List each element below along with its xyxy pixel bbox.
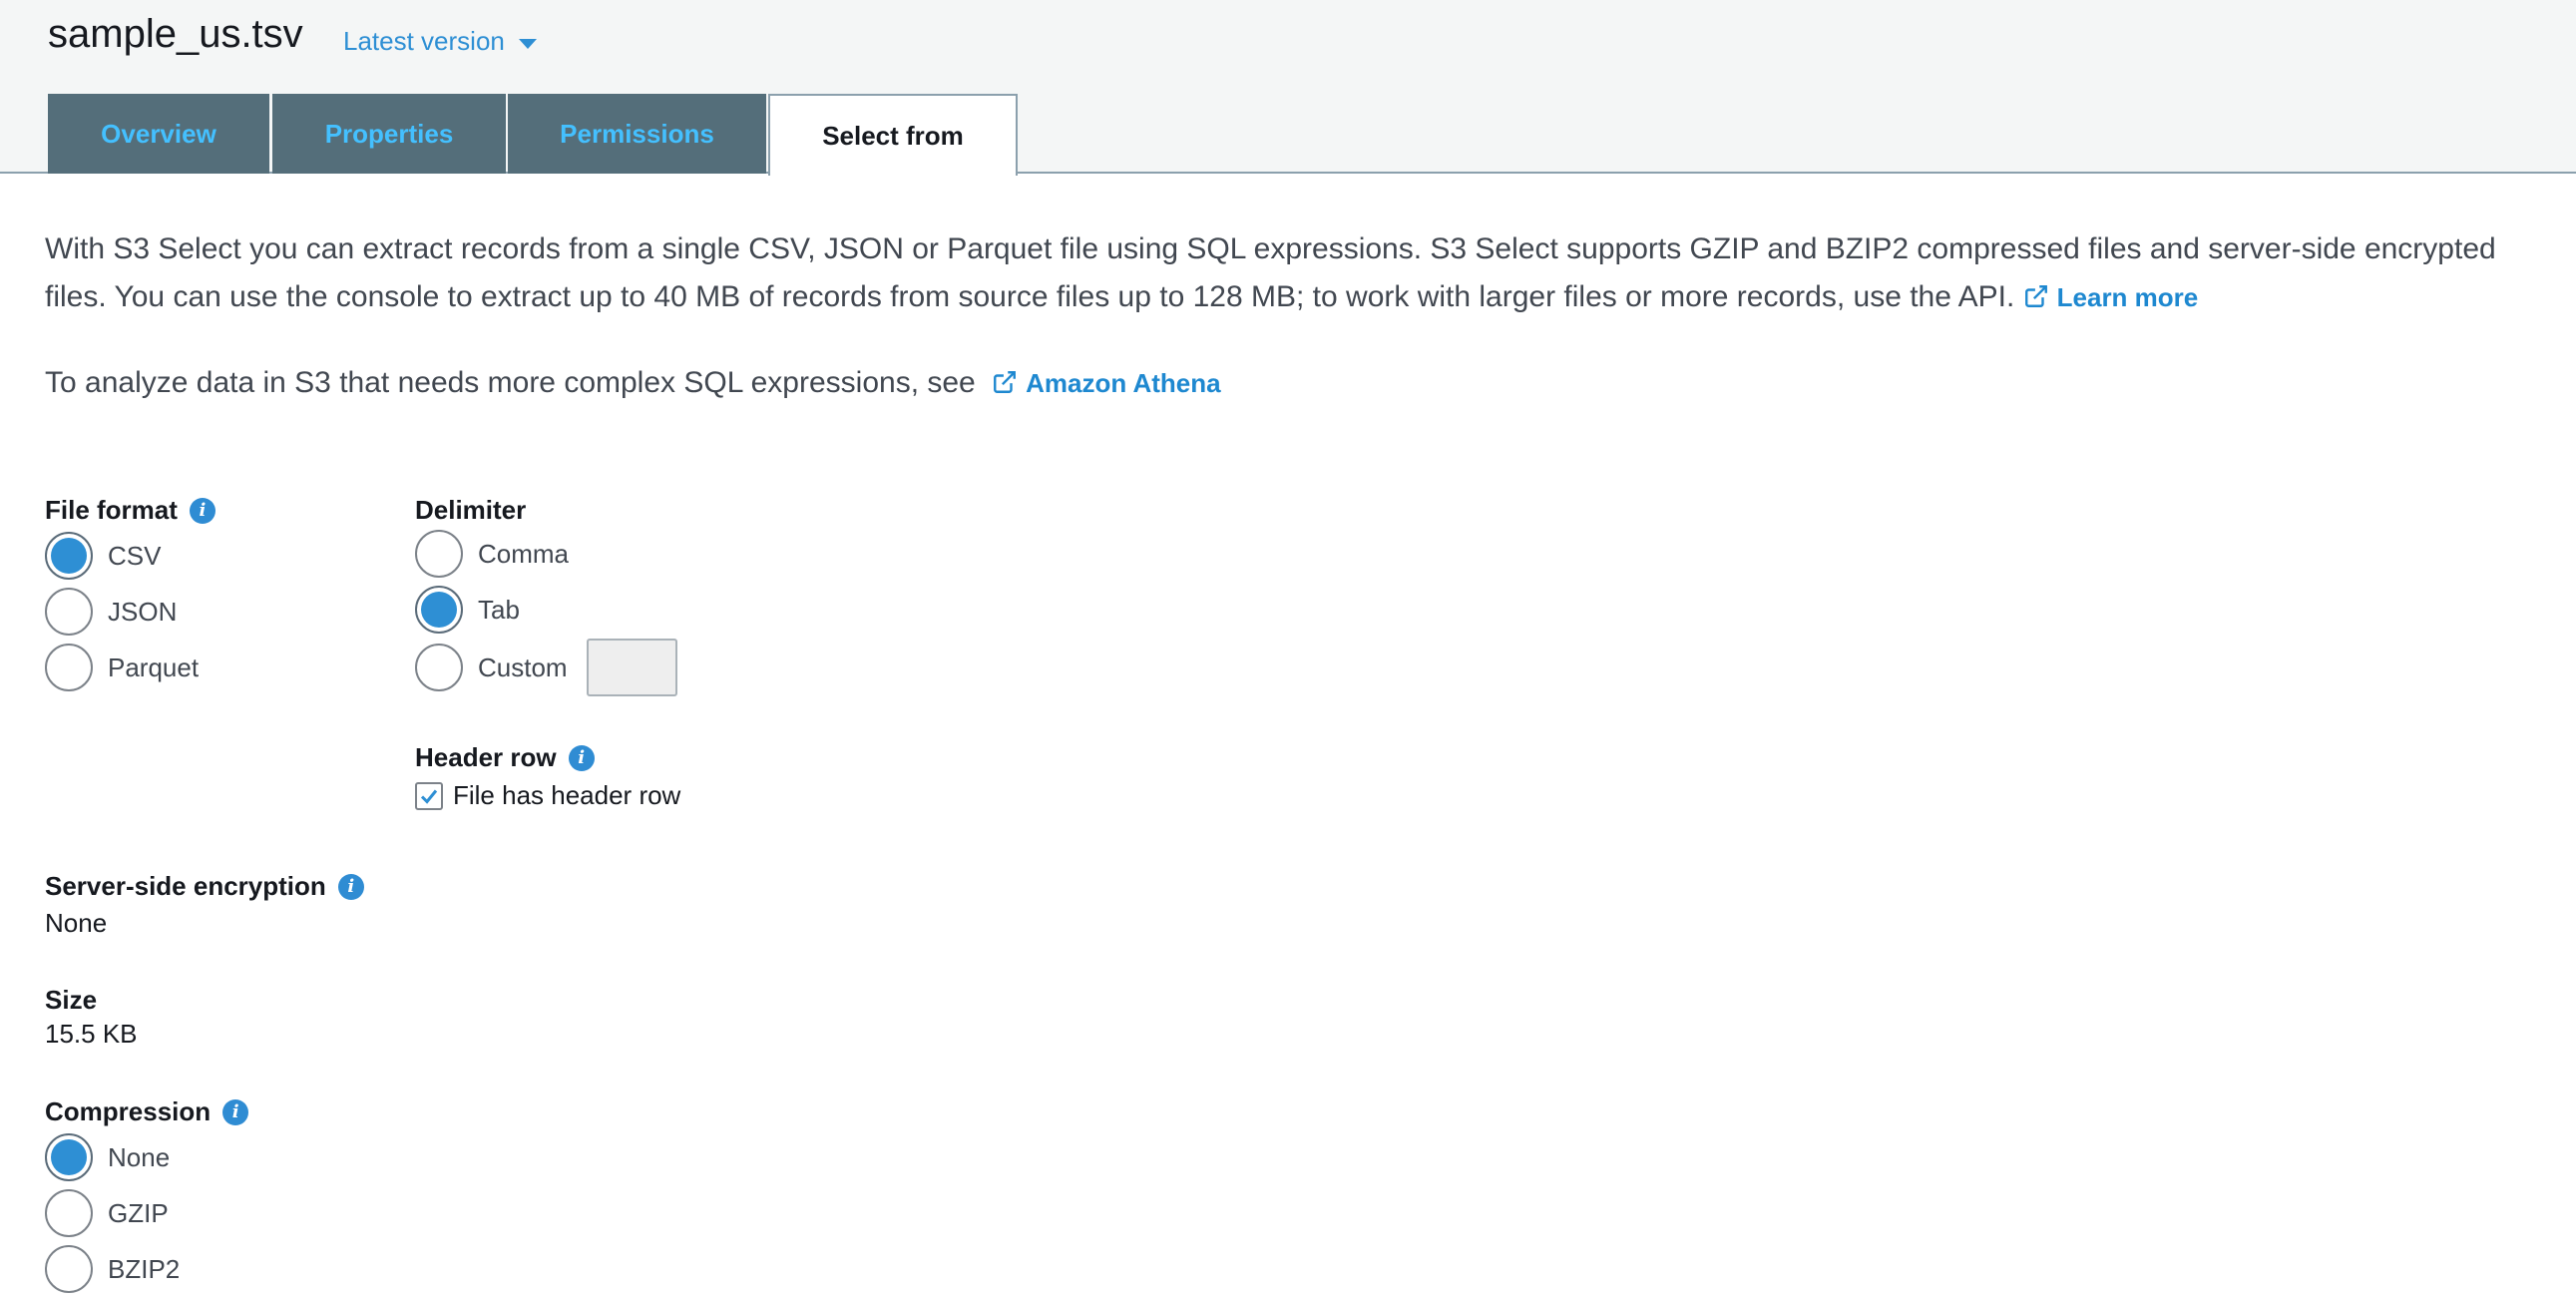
custom-delimiter-input[interactable] [587, 639, 677, 696]
file-format-option-parquet[interactable]: Parquet [45, 644, 199, 691]
radio-button[interactable] [45, 1133, 93, 1181]
radio-label: Parquet [108, 651, 200, 682]
radio-label: JSON [108, 596, 178, 627]
radio-button[interactable] [415, 586, 463, 634]
radio-button[interactable] [45, 588, 93, 636]
delimiter-label-text: Delimiter [415, 495, 527, 525]
tab-select-from[interactable]: Select from [768, 94, 1018, 176]
version-dropdown[interactable]: Latest version [343, 26, 537, 57]
delimiter-option-comma[interactable]: Comma [415, 530, 569, 578]
header-row-label-text: Header row [415, 742, 557, 772]
tab-label: Properties [324, 118, 454, 149]
athena-paragraph: To analyze data in S3 that needs more co… [45, 359, 2439, 407]
radio-button[interactable] [415, 530, 463, 578]
compression-option-bzip2[interactable]: BZIP2 [45, 1245, 180, 1293]
object-header: sample_us.tsv Latest version Overview Pr… [0, 0, 2576, 176]
athena-text: To analyze data in S3 that needs more co… [45, 366, 976, 399]
radio-button[interactable] [45, 1245, 93, 1293]
header-row-label: Header row i [415, 742, 595, 773]
file-format-option-json[interactable]: JSON [45, 588, 177, 636]
intro-paragraph: With S3 Select you can extract records f… [45, 225, 2559, 321]
radio-button[interactable] [45, 1189, 93, 1237]
size-value: 15.5 KB [45, 1019, 138, 1049]
tab-label: Overview [101, 118, 216, 149]
learn-more-link[interactable]: Learn more [2023, 282, 2199, 312]
check-icon [420, 789, 438, 804]
compression-label-text: Compression [45, 1096, 212, 1126]
tab-label: Permissions [560, 118, 714, 149]
tab-properties[interactable]: Properties [272, 94, 506, 174]
tab-permissions[interactable]: Permissions [508, 94, 766, 174]
radio-label: Comma [478, 538, 570, 569]
compression-option-gzip[interactable]: GZIP [45, 1189, 169, 1237]
radio-button[interactable] [45, 644, 93, 691]
file-format-label-text: File format [45, 495, 178, 525]
size-label-text: Size [45, 985, 98, 1015]
radio-label: BZIP2 [108, 1253, 181, 1284]
delimiter-option-tab[interactable]: Tab [415, 586, 520, 634]
header-row-checkbox[interactable] [415, 781, 443, 810]
file-format-label: File format i [45, 495, 215, 526]
file-format-option-csv[interactable]: CSV [45, 532, 161, 580]
delimiter-label: Delimiter [415, 495, 526, 526]
radio-label: GZIP [108, 1197, 169, 1228]
delimiter-option-custom[interactable]: Custom [415, 644, 568, 691]
encryption-label-text: Server-side encryption [45, 871, 326, 901]
amazon-athena-link[interactable]: Amazon Athena [992, 368, 1221, 398]
compression-label: Compression i [45, 1096, 249, 1127]
radio-label: Tab [478, 594, 520, 625]
encryption-value: None [45, 908, 108, 938]
checkbox-label: File has header row [453, 780, 681, 810]
radio-label: Custom [478, 651, 568, 682]
size-label: Size [45, 985, 97, 1016]
radio-button[interactable] [45, 532, 93, 580]
info-icon[interactable]: i [568, 744, 595, 771]
info-icon[interactable]: i [337, 873, 364, 900]
learn-more-label: Learn more [2056, 282, 2199, 312]
compression-option-none[interactable]: None [45, 1133, 170, 1181]
radio-label: CSV [108, 540, 162, 571]
info-icon[interactable]: i [222, 1098, 249, 1125]
caret-down-icon [518, 38, 537, 49]
tab-overview[interactable]: Overview [48, 94, 269, 174]
info-icon[interactable]: i [189, 497, 215, 524]
external-link-icon [2024, 285, 2047, 307]
header-row-checkbox-row[interactable]: File has header row [415, 780, 680, 811]
radio-button[interactable] [415, 644, 463, 691]
amazon-athena-label: Amazon Athena [1026, 368, 1221, 398]
radio-label: None [108, 1141, 171, 1172]
encryption-label: Server-side encryption i [45, 871, 364, 902]
external-link-icon [994, 371, 1017, 393]
tab-label: Select from [822, 120, 964, 151]
page-title: sample_us.tsv [48, 12, 303, 56]
version-dropdown-label: Latest version [343, 26, 505, 56]
